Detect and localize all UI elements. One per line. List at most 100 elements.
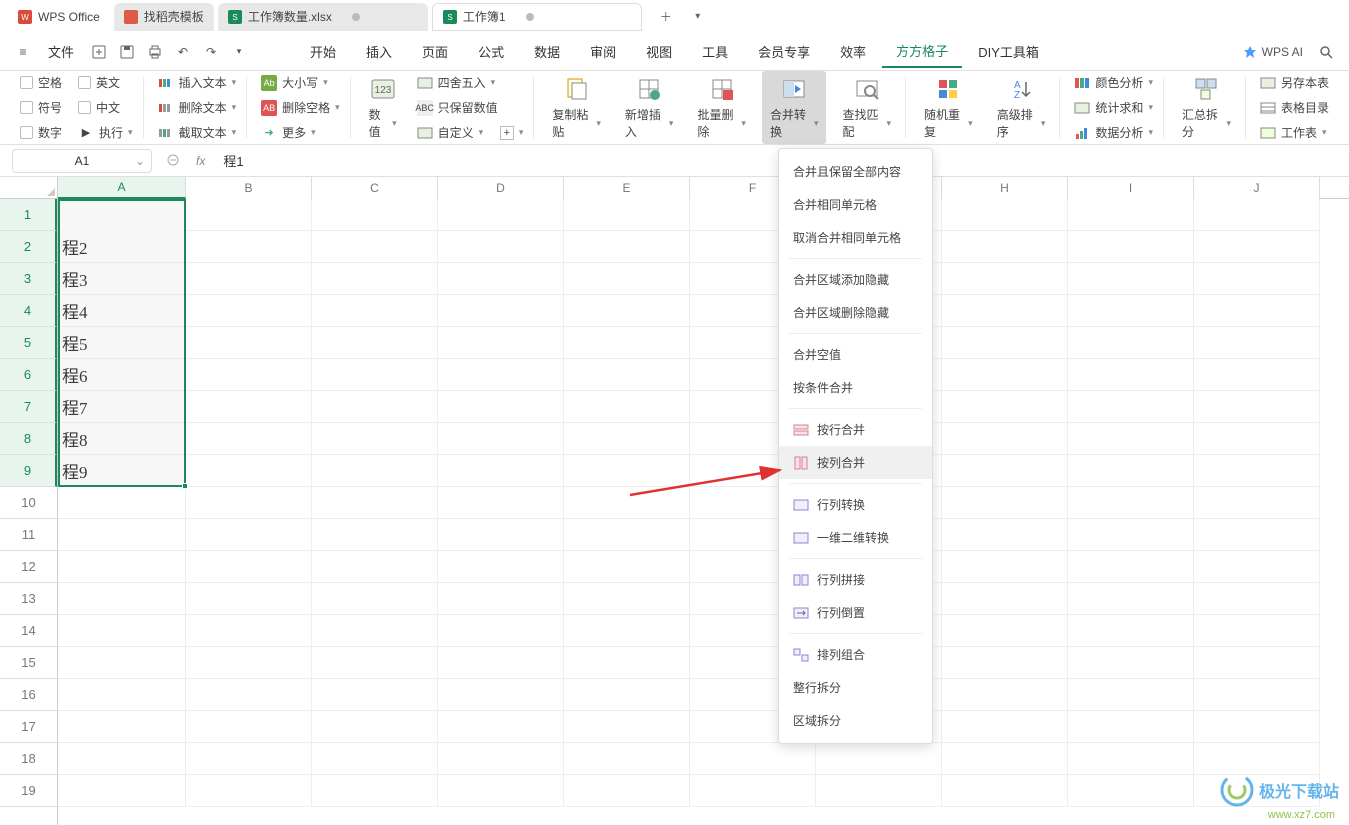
wps-ai-button[interactable]: WPS AI bbox=[1243, 45, 1303, 59]
ribbon-keep-value[interactable]: ABC只保留数值 bbox=[413, 97, 528, 118]
cell-A11[interactable] bbox=[58, 519, 186, 551]
cell-B9[interactable] bbox=[186, 455, 312, 487]
menu-tab-data[interactable]: 数据 bbox=[520, 36, 574, 67]
cell-G18[interactable] bbox=[816, 743, 942, 775]
menu-hamburger-icon[interactable]: ≡ bbox=[10, 39, 36, 65]
menu-rowcol-reverse[interactable]: 行列倒置 bbox=[779, 596, 932, 629]
ribbon-english[interactable]: 英文 bbox=[74, 72, 137, 93]
cell-C6[interactable] bbox=[312, 359, 438, 391]
menu-tab-efficiency[interactable]: 效率 bbox=[826, 36, 880, 67]
cell-I11[interactable] bbox=[1068, 519, 1194, 551]
dropdown-icon[interactable]: ▾ bbox=[226, 39, 252, 65]
cell-A13[interactable] bbox=[58, 583, 186, 615]
print-icon[interactable] bbox=[142, 39, 168, 65]
cell-E17[interactable] bbox=[564, 711, 690, 743]
cell-B8[interactable] bbox=[186, 423, 312, 455]
ribbon-insert-text[interactable]: 插入文本▾ bbox=[154, 72, 241, 93]
cell-J12[interactable] bbox=[1194, 551, 1320, 583]
new-icon[interactable] bbox=[86, 39, 112, 65]
ribbon-number[interactable]: 数字 bbox=[16, 122, 66, 143]
menu-rowcol-join[interactable]: 行列拼接 bbox=[779, 563, 932, 596]
cell-I17[interactable] bbox=[1068, 711, 1194, 743]
ribbon-case[interactable]: Ab大小写▾ bbox=[257, 72, 344, 93]
cell-C15[interactable] bbox=[312, 647, 438, 679]
cell-B11[interactable] bbox=[186, 519, 312, 551]
cell-E11[interactable] bbox=[564, 519, 690, 551]
row-header-11[interactable]: 11 bbox=[0, 519, 57, 551]
fx-icon[interactable]: fx bbox=[196, 154, 205, 168]
ribbon-copy-paste[interactable]: 复制粘贴▾ bbox=[544, 71, 609, 144]
cell-A1[interactable]: 程1 bbox=[58, 199, 186, 231]
cell-I4[interactable] bbox=[1068, 295, 1194, 327]
cell-C11[interactable] bbox=[312, 519, 438, 551]
cell-B3[interactable] bbox=[186, 263, 312, 295]
cell-E2[interactable] bbox=[564, 231, 690, 263]
cell-A12[interactable] bbox=[58, 551, 186, 583]
menu-tab-diy[interactable]: DIY工具箱 bbox=[964, 36, 1053, 67]
row-header-7[interactable]: 7 bbox=[0, 391, 57, 423]
row-header-6[interactable]: 6 bbox=[0, 359, 57, 391]
ribbon-blank[interactable]: 空格 bbox=[16, 72, 66, 93]
tab-workbook-qty[interactable]: S 工作簿数量.xlsx bbox=[218, 3, 428, 31]
cell-B7[interactable] bbox=[186, 391, 312, 423]
cell-B12[interactable] bbox=[186, 551, 312, 583]
tab-workbook1[interactable]: S 工作簿1 bbox=[432, 3, 642, 31]
cell-J6[interactable] bbox=[1194, 359, 1320, 391]
cell-J5[interactable] bbox=[1194, 327, 1320, 359]
cell-D9[interactable] bbox=[438, 455, 564, 487]
ribbon-delete-text[interactable]: 删除文本▾ bbox=[154, 97, 241, 118]
cell-C5[interactable] bbox=[312, 327, 438, 359]
cell-C7[interactable] bbox=[312, 391, 438, 423]
cell-A5[interactable]: 程5 bbox=[58, 327, 186, 359]
cell-A14[interactable] bbox=[58, 615, 186, 647]
menu-merge-keep-all[interactable]: 合并且保留全部内容 bbox=[779, 155, 932, 188]
menu-merge-by-row[interactable]: 按行合并 bbox=[779, 413, 932, 446]
ribbon-delete-blank[interactable]: AB删除空格▾ bbox=[257, 97, 344, 118]
cell-A3[interactable]: 程3 bbox=[58, 263, 186, 295]
cell-C10[interactable] bbox=[312, 487, 438, 519]
cell-H6[interactable] bbox=[942, 359, 1068, 391]
cell-E19[interactable] bbox=[564, 775, 690, 807]
cell-F19[interactable] bbox=[690, 775, 816, 807]
cell-D3[interactable] bbox=[438, 263, 564, 295]
cell-E4[interactable] bbox=[564, 295, 690, 327]
cell-D12[interactable] bbox=[438, 551, 564, 583]
cell-I12[interactable] bbox=[1068, 551, 1194, 583]
cell-A2[interactable]: 程2 bbox=[58, 231, 186, 263]
cell-J11[interactable] bbox=[1194, 519, 1320, 551]
ribbon-color-analysis[interactable]: 颜色分析▾ bbox=[1070, 72, 1157, 93]
ribbon-sum-split[interactable]: 汇总拆分▾ bbox=[1174, 71, 1239, 144]
save-icon[interactable] bbox=[114, 39, 140, 65]
cell-E7[interactable] bbox=[564, 391, 690, 423]
cell-H19[interactable] bbox=[942, 775, 1068, 807]
menu-merge-area-add-hide[interactable]: 合并区域添加隐藏 bbox=[779, 263, 932, 296]
cell-A15[interactable] bbox=[58, 647, 186, 679]
ribbon-random-repeat[interactable]: 随机重复▾ bbox=[916, 71, 981, 144]
cell-I8[interactable] bbox=[1068, 423, 1194, 455]
cell-B19[interactable] bbox=[186, 775, 312, 807]
cell-E13[interactable] bbox=[564, 583, 690, 615]
ribbon-value[interactable]: 123 数值▾ bbox=[361, 71, 405, 144]
cell-C14[interactable] bbox=[312, 615, 438, 647]
search-icon[interactable] bbox=[1313, 39, 1339, 65]
cell-H2[interactable] bbox=[942, 231, 1068, 263]
row-header-5[interactable]: 5 bbox=[0, 327, 57, 359]
cell-D1[interactable] bbox=[438, 199, 564, 231]
cell-H7[interactable] bbox=[942, 391, 1068, 423]
cell-B4[interactable] bbox=[186, 295, 312, 327]
cell-H18[interactable] bbox=[942, 743, 1068, 775]
cell-J1[interactable] bbox=[1194, 199, 1320, 231]
cell-E12[interactable] bbox=[564, 551, 690, 583]
cell-A4[interactable]: 程4 bbox=[58, 295, 186, 327]
cell-H16[interactable] bbox=[942, 679, 1068, 711]
cell-I2[interactable] bbox=[1068, 231, 1194, 263]
col-header-A[interactable]: A bbox=[58, 177, 186, 199]
menu-tab-insert[interactable]: 插入 bbox=[352, 36, 406, 67]
row-header-18[interactable]: 18 bbox=[0, 743, 57, 775]
cell-I3[interactable] bbox=[1068, 263, 1194, 295]
col-header-I[interactable]: I bbox=[1068, 177, 1194, 199]
ribbon-table-toc[interactable]: 表格目录 bbox=[1256, 97, 1333, 118]
ribbon-symbol[interactable]: 符号 bbox=[16, 97, 66, 118]
select-all-button[interactable] bbox=[0, 177, 58, 199]
cell-C13[interactable] bbox=[312, 583, 438, 615]
